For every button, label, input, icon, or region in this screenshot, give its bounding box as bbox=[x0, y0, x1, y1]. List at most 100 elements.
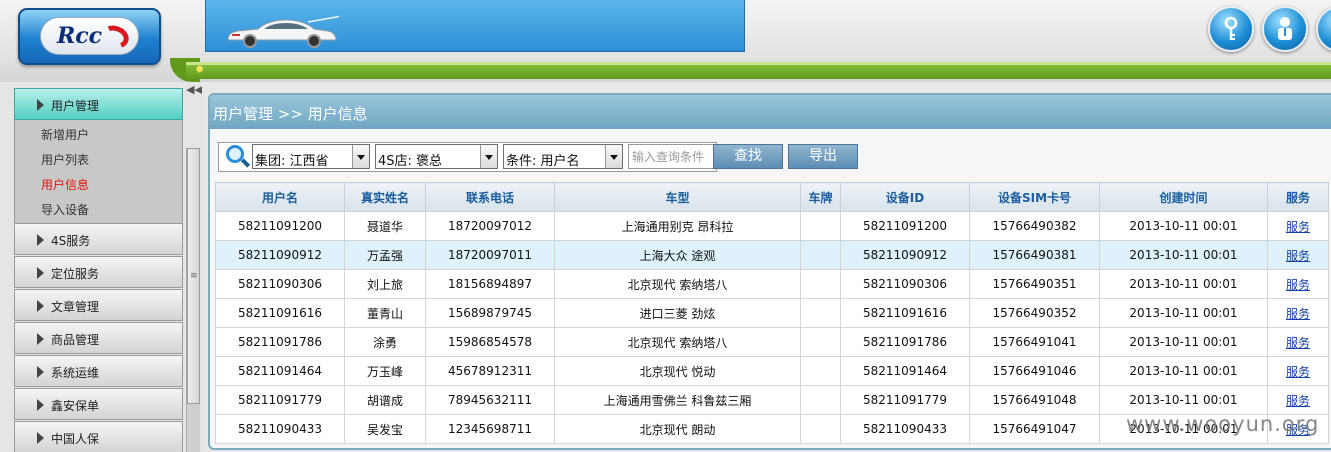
app-header: Rcc ✹ bbox=[0, 0, 1331, 82]
condition-select[interactable]: 条件: 用户名 bbox=[503, 144, 623, 169]
table-cell: 58211091779 bbox=[215, 385, 345, 415]
rcc-logo[interactable]: Rcc bbox=[18, 8, 161, 65]
sidebar-item-product-management[interactable]: 商品管理 bbox=[14, 322, 183, 354]
service-link[interactable]: 服务 bbox=[1286, 394, 1310, 408]
service-link[interactable]: 服务 bbox=[1286, 278, 1310, 292]
table-cell: 2013-10-11 00:01 bbox=[1099, 356, 1268, 386]
expand-arrow-icon bbox=[37, 333, 44, 345]
column-header-service[interactable]: 服务 bbox=[1267, 182, 1329, 212]
chevron-down-icon bbox=[480, 145, 497, 168]
query-input[interactable] bbox=[628, 144, 714, 169]
table-cell bbox=[800, 327, 841, 357]
table-cell: 董青山 bbox=[344, 298, 426, 328]
submenu-item-user-info[interactable]: 用户信息 bbox=[41, 176, 89, 193]
table-cell: 北京现代 朗动 bbox=[554, 414, 801, 444]
table-cell: 15766491041 bbox=[969, 327, 1100, 357]
table-cell: 58211090433 bbox=[840, 414, 970, 444]
service-link[interactable]: 服务 bbox=[1286, 220, 1310, 234]
table-cell: 12345698711 bbox=[425, 414, 555, 444]
service-link[interactable]: 服务 bbox=[1286, 336, 1310, 350]
submenu-item-user-list[interactable]: 用户列表 bbox=[41, 151, 89, 168]
table-cell: 万玉峰 bbox=[344, 356, 426, 386]
sidebar-item-label: 文章管理 bbox=[51, 300, 100, 314]
key-button[interactable] bbox=[1208, 6, 1254, 52]
collapse-sidebar-icon[interactable]: ◀◀ bbox=[186, 84, 203, 96]
group-select[interactable]: 集团: 江西省 bbox=[252, 144, 370, 169]
sidebar-item-picc[interactable]: 中国人保 bbox=[14, 421, 183, 452]
table-cell: 2013-10-11 00:01 bbox=[1099, 240, 1268, 270]
table-cell: 万孟强 bbox=[344, 240, 426, 270]
edit-button[interactable] bbox=[1316, 6, 1331, 52]
column-header-plate[interactable]: 车牌 bbox=[800, 182, 841, 212]
column-header-car-model[interactable]: 车型 bbox=[554, 182, 801, 212]
car-icon bbox=[227, 15, 339, 48]
header-banner bbox=[205, 0, 745, 52]
table-cell: 吴发宝 bbox=[344, 414, 426, 444]
table-cell: 15766491046 bbox=[969, 356, 1100, 386]
sidebar-item-label: 鑫安保单 bbox=[51, 399, 100, 413]
table-cell: 服务 bbox=[1267, 211, 1329, 241]
table-cell: 45678912311 bbox=[425, 356, 555, 386]
lightbulb-icon: ✹ bbox=[195, 63, 205, 76]
table-cell bbox=[800, 414, 841, 444]
sidebar-item-xinan-policy[interactable]: 鑫安保单 bbox=[14, 388, 183, 420]
table-cell: 58211090433 bbox=[215, 414, 345, 444]
submenu-item-add-user[interactable]: 新增用户 bbox=[41, 126, 89, 143]
table-cell: 进口三菱 劲炫 bbox=[554, 298, 801, 328]
column-header-real-name[interactable]: 真实姓名 bbox=[344, 182, 426, 212]
table-row[interactable]: 58211091200 聂道华 18720097012 上海通用别克 昂科拉 58211… bbox=[215, 211, 1329, 241]
user-button[interactable] bbox=[1262, 6, 1308, 52]
table-cell bbox=[800, 298, 841, 328]
table-cell bbox=[800, 211, 841, 241]
table-cell bbox=[800, 269, 841, 299]
table-cell: 15766491047 bbox=[969, 414, 1100, 444]
table-cell: 58211091779 bbox=[840, 385, 970, 415]
content-panel: 用户管理 >> 用户信息 集团: 江西省 4S店: 褒总 条件: 用户名 查找 … bbox=[208, 93, 1331, 450]
sidebar-item-article-management[interactable]: 文章管理 bbox=[14, 289, 183, 321]
table-row[interactable]: 58211090306 刘上旅 18156894897 北京现代 索纳塔八 582110… bbox=[215, 269, 1329, 299]
table-cell: 18720097011 bbox=[425, 240, 555, 270]
column-header-phone[interactable]: 联系电话 bbox=[425, 182, 555, 212]
table-cell bbox=[800, 356, 841, 386]
column-header-created[interactable]: 创建时间 bbox=[1099, 182, 1268, 212]
column-header-device-id[interactable]: 设备ID bbox=[840, 182, 970, 212]
user-table: 用户名 真实姓名 联系电话 车型 车牌 设备ID 设备SIM卡号 创建时间 服务… bbox=[215, 182, 1329, 444]
table-cell: 58211091786 bbox=[840, 327, 970, 357]
sidebar-scrollbar[interactable]: ≡ bbox=[186, 148, 200, 452]
store-select[interactable]: 4S店: 褒总 bbox=[375, 144, 498, 169]
user-table-container: 用户名 真实姓名 联系电话 车型 车牌 设备ID 设备SIM卡号 创建时间 服务… bbox=[215, 182, 1331, 448]
table-row[interactable]: 58211091464 万玉峰 45678912311 北京现代 悦动 58211091… bbox=[215, 356, 1329, 386]
service-link[interactable]: 服务 bbox=[1286, 365, 1310, 379]
main-content: 用户管理 >> 用户信息 集团: 江西省 4S店: 褒总 条件: 用户名 查找 … bbox=[202, 82, 1331, 452]
submenu-item-import-device[interactable]: 导入设备 bbox=[41, 201, 89, 218]
expand-arrow-icon bbox=[37, 366, 44, 378]
table-row[interactable]: 58211090912 万孟强 18720097011 上海大众 途观 58211090… bbox=[215, 240, 1329, 270]
column-header-sim[interactable]: 设备SIM卡号 bbox=[969, 182, 1100, 212]
sidebar-item-label: 中国人保 bbox=[51, 432, 100, 446]
table-cell: 服务 bbox=[1267, 327, 1329, 357]
sidebar-item-location-service[interactable]: 定位服务 bbox=[14, 256, 183, 288]
sidebar-item-label: 定位服务 bbox=[51, 267, 100, 281]
sidebar-item-4s-service[interactable]: 4S服务 bbox=[14, 223, 183, 255]
table-cell: 58211091464 bbox=[840, 356, 970, 386]
table-cell: 2013-10-11 00:01 bbox=[1099, 269, 1268, 299]
scrollbar-thumb[interactable]: ≡ bbox=[187, 148, 200, 404]
column-header-username[interactable]: 用户名 bbox=[215, 182, 345, 212]
table-row[interactable]: 58211091786 涂勇 15986854578 北京现代 索纳塔八 5821109… bbox=[215, 327, 1329, 357]
table-cell: 上海大众 途观 bbox=[554, 240, 801, 270]
sidebar-item-system-ops[interactable]: 系统运维 bbox=[14, 355, 183, 387]
expand-arrow-icon bbox=[37, 99, 44, 111]
search-button[interactable]: 查找 bbox=[713, 144, 783, 169]
table-cell: 58211091616 bbox=[215, 298, 345, 328]
export-button[interactable]: 导出 bbox=[788, 144, 858, 169]
service-link[interactable]: 服务 bbox=[1286, 307, 1310, 321]
table-row[interactable]: 58211091779 胡谱成 78945632111 上海通用雪佛兰 科鲁兹三厢 58… bbox=[215, 385, 1329, 415]
table-cell: 涂勇 bbox=[344, 327, 426, 357]
table-row[interactable]: 58211091616 董青山 15689879745 进口三菱 劲炫 58211091… bbox=[215, 298, 1329, 328]
service-link[interactable]: 服务 bbox=[1286, 249, 1310, 263]
table-cell: 服务 bbox=[1267, 298, 1329, 328]
key-icon bbox=[1224, 16, 1238, 40]
user-icon bbox=[1278, 17, 1292, 40]
sidebar-item-user-management[interactable]: 用户管理 bbox=[14, 88, 183, 120]
expand-arrow-icon bbox=[37, 300, 44, 312]
